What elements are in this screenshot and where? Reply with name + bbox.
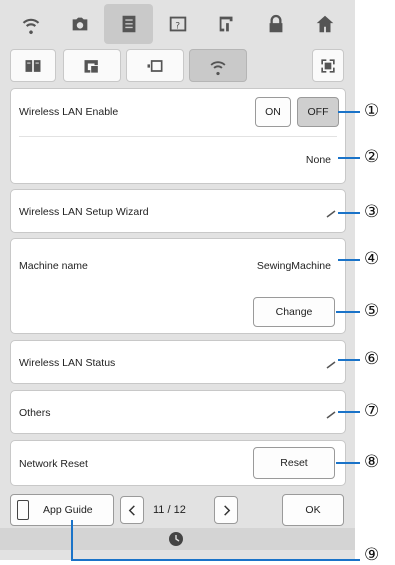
callout-8: ⑧ bbox=[364, 452, 380, 472]
callout-5: ⑤ bbox=[364, 301, 380, 321]
callout-3: ③ bbox=[364, 202, 380, 222]
callout-7: ⑦ bbox=[364, 401, 380, 421]
callout-lines bbox=[71, 111, 360, 561]
callout-2: ② bbox=[364, 147, 380, 167]
callout-6: ⑥ bbox=[364, 349, 380, 369]
callout-4: ④ bbox=[364, 249, 380, 269]
callout-1: ① bbox=[364, 101, 380, 121]
callout-9: ⑨ bbox=[364, 545, 380, 565]
